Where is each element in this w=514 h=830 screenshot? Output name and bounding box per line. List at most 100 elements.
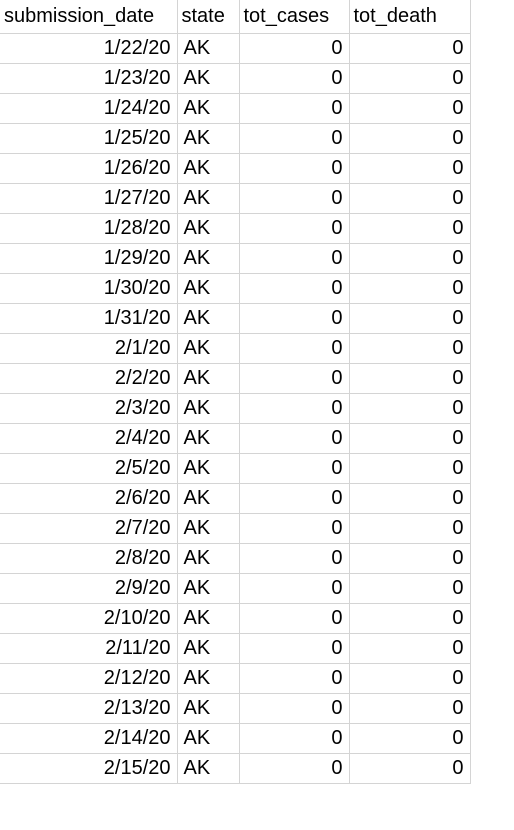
cell-tot-death[interactable]: 0 [349, 543, 471, 574]
cell-tot-cases[interactable]: 0 [239, 633, 350, 664]
cell-submission-date[interactable]: 2/2/20 [0, 363, 178, 394]
cell-tot-cases[interactable]: 0 [239, 153, 350, 184]
cell-submission-date[interactable]: 2/7/20 [0, 513, 178, 544]
cell-tot-cases[interactable]: 0 [239, 543, 350, 574]
cell-tot-cases[interactable]: 0 [239, 483, 350, 514]
cell-tot-death[interactable]: 0 [349, 693, 471, 724]
cell-tot-cases[interactable]: 0 [239, 63, 350, 94]
cell-submission-date[interactable]: 1/28/20 [0, 213, 178, 244]
cell-submission-date[interactable]: 2/9/20 [0, 573, 178, 604]
cell-state[interactable]: AK [177, 513, 240, 544]
cell-state[interactable]: AK [177, 63, 240, 94]
cell-state[interactable]: AK [177, 303, 240, 334]
cell-state[interactable]: AK [177, 213, 240, 244]
cell-tot-cases[interactable]: 0 [239, 573, 350, 604]
cell-submission-date[interactable]: 2/13/20 [0, 693, 178, 724]
cell-submission-date[interactable]: 2/1/20 [0, 333, 178, 364]
cell-tot-death[interactable]: 0 [349, 213, 471, 244]
cell-tot-cases[interactable]: 0 [239, 603, 350, 634]
cell-tot-death[interactable]: 0 [349, 633, 471, 664]
cell-tot-cases[interactable]: 0 [239, 243, 350, 274]
cell-state[interactable]: AK [177, 183, 240, 214]
cell-tot-cases[interactable]: 0 [239, 273, 350, 304]
cell-tot-cases[interactable]: 0 [239, 303, 350, 334]
cell-tot-cases[interactable]: 0 [239, 213, 350, 244]
cell-tot-cases[interactable]: 0 [239, 183, 350, 214]
cell-state[interactable]: AK [177, 123, 240, 154]
cell-submission-date[interactable]: 2/6/20 [0, 483, 178, 514]
cell-submission-date[interactable]: 1/27/20 [0, 183, 178, 214]
cell-tot-cases[interactable]: 0 [239, 393, 350, 424]
cell-state[interactable]: AK [177, 573, 240, 604]
cell-submission-date[interactable]: 2/10/20 [0, 603, 178, 634]
cell-submission-date[interactable]: 2/5/20 [0, 453, 178, 484]
cell-tot-death[interactable]: 0 [349, 453, 471, 484]
cell-tot-cases[interactable]: 0 [239, 363, 350, 394]
cell-tot-death[interactable]: 0 [349, 33, 471, 64]
cell-tot-death[interactable]: 0 [349, 723, 471, 754]
cell-submission-date[interactable]: 2/3/20 [0, 393, 178, 424]
cell-submission-date[interactable]: 1/25/20 [0, 123, 178, 154]
cell-submission-date[interactable]: 1/22/20 [0, 33, 178, 64]
cell-submission-date[interactable]: 2/15/20 [0, 753, 178, 784]
cell-state[interactable]: AK [177, 693, 240, 724]
cell-state[interactable]: AK [177, 273, 240, 304]
cell-tot-death[interactable]: 0 [349, 183, 471, 214]
cell-tot-cases[interactable]: 0 [239, 453, 350, 484]
cell-tot-death[interactable]: 0 [349, 303, 471, 334]
header-cell-state[interactable]: state [177, 0, 240, 34]
cell-tot-cases[interactable]: 0 [239, 93, 350, 124]
cell-tot-death[interactable]: 0 [349, 423, 471, 454]
cell-tot-cases[interactable]: 0 [239, 513, 350, 544]
cell-state[interactable]: AK [177, 603, 240, 634]
header-cell-tot-death[interactable]: tot_death [349, 0, 471, 34]
cell-tot-death[interactable]: 0 [349, 753, 471, 784]
cell-state[interactable]: AK [177, 153, 240, 184]
cell-submission-date[interactable]: 1/24/20 [0, 93, 178, 124]
cell-tot-cases[interactable]: 0 [239, 693, 350, 724]
cell-submission-date[interactable]: 2/4/20 [0, 423, 178, 454]
cell-tot-cases[interactable]: 0 [239, 333, 350, 364]
cell-tot-death[interactable]: 0 [349, 603, 471, 634]
cell-submission-date[interactable]: 1/30/20 [0, 273, 178, 304]
cell-tot-death[interactable]: 0 [349, 483, 471, 514]
cell-tot-death[interactable]: 0 [349, 123, 471, 154]
cell-state[interactable]: AK [177, 423, 240, 454]
cell-tot-death[interactable]: 0 [349, 363, 471, 394]
cell-tot-death[interactable]: 0 [349, 273, 471, 304]
cell-submission-date[interactable]: 1/26/20 [0, 153, 178, 184]
cell-state[interactable]: AK [177, 753, 240, 784]
header-cell-tot-cases[interactable]: tot_cases [239, 0, 350, 34]
cell-submission-date[interactable]: 2/8/20 [0, 543, 178, 574]
cell-state[interactable]: AK [177, 663, 240, 694]
cell-state[interactable]: AK [177, 453, 240, 484]
cell-state[interactable]: AK [177, 33, 240, 64]
cell-submission-date[interactable]: 1/29/20 [0, 243, 178, 274]
cell-tot-cases[interactable]: 0 [239, 33, 350, 64]
cell-tot-death[interactable]: 0 [349, 153, 471, 184]
cell-state[interactable]: AK [177, 483, 240, 514]
cell-state[interactable]: AK [177, 363, 240, 394]
cell-tot-death[interactable]: 0 [349, 93, 471, 124]
cell-state[interactable]: AK [177, 93, 240, 124]
cell-submission-date[interactable]: 2/12/20 [0, 663, 178, 694]
cell-tot-death[interactable]: 0 [349, 333, 471, 364]
cell-submission-date[interactable]: 1/31/20 [0, 303, 178, 334]
cell-state[interactable]: AK [177, 333, 240, 364]
cell-tot-death[interactable]: 0 [349, 243, 471, 274]
cell-tot-cases[interactable]: 0 [239, 663, 350, 694]
cell-tot-cases[interactable]: 0 [239, 123, 350, 154]
cell-state[interactable]: AK [177, 633, 240, 664]
cell-tot-cases[interactable]: 0 [239, 723, 350, 754]
cell-state[interactable]: AK [177, 243, 240, 274]
cell-state[interactable]: AK [177, 723, 240, 754]
cell-submission-date[interactable]: 1/23/20 [0, 63, 178, 94]
cell-tot-death[interactable]: 0 [349, 663, 471, 694]
header-cell-submission-date[interactable]: submission_date [0, 0, 178, 34]
cell-tot-death[interactable]: 0 [349, 513, 471, 544]
cell-state[interactable]: AK [177, 543, 240, 574]
cell-tot-death[interactable]: 0 [349, 393, 471, 424]
cell-submission-date[interactable]: 2/11/20 [0, 633, 178, 664]
cell-tot-cases[interactable]: 0 [239, 753, 350, 784]
cell-tot-cases[interactable]: 0 [239, 423, 350, 454]
